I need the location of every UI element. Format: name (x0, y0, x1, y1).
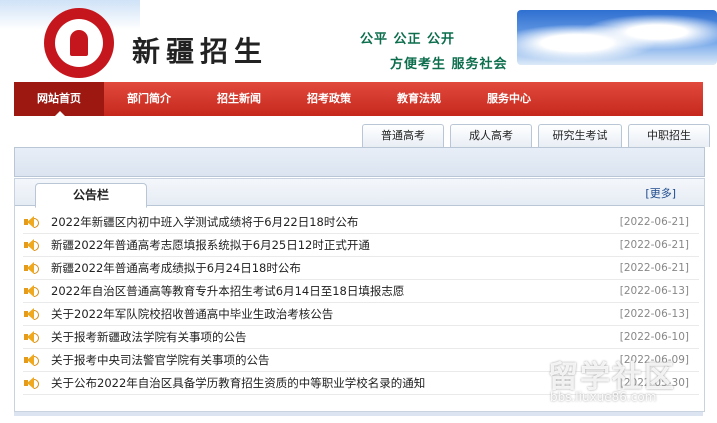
torch-icon (70, 30, 88, 56)
speaker-icon (23, 284, 39, 298)
speaker-icon (23, 238, 39, 252)
main-nav: 网站首页 部门简介 招生新闻 招考政策 教育法规 服务中心 (14, 82, 703, 116)
site-logo[interactable] (44, 8, 114, 78)
nav-item-home[interactable]: 网站首页 (14, 82, 104, 116)
notice-title[interactable]: 关于报考新疆政法学院有关事项的公告 (51, 329, 617, 345)
notice-title[interactable]: 新疆2022年普通高考志愿填报系统拟于6月25日12时正式开通 (51, 237, 617, 253)
list-item[interactable]: 关于2022年军队院校招收普通高中毕业生政治考核公告 [2022-06-13] (23, 303, 699, 326)
notice-title[interactable]: 新疆2022年普通高考成绩拟于6月24日18时公布 (51, 260, 617, 276)
notice-date: [2022-06-10] (619, 331, 689, 343)
list-item[interactable]: 新疆2022年普通高考志愿填报系统拟于6月25日12时正式开通 [2022-06… (23, 234, 699, 257)
nav-item-service[interactable]: 服务中心 (464, 82, 554, 116)
logo-inner-circle (55, 19, 103, 67)
speaker-icon (23, 353, 39, 367)
speaker-icon (23, 376, 39, 390)
notice-date: [2022-06-13] (619, 285, 689, 297)
nav-item-news[interactable]: 招生新闻 (194, 82, 284, 116)
tab-adult-gaokao[interactable]: 成人高考 (450, 124, 532, 147)
exam-category-tabs: 普通高考 成人高考 研究生考试 中职招生 (362, 124, 710, 147)
tab-vocational[interactable]: 中职招生 (628, 124, 710, 147)
notice-title[interactable]: 2022年自治区普通高等教育专升本招生考试6月14日至18日填报志愿 (51, 283, 617, 299)
slogan-line1: 公平 公正 公开 (360, 32, 456, 47)
sky-cloud-banner (517, 10, 717, 65)
watermark-url: bbs.liuxue86.com (550, 390, 657, 404)
notice-date: [2022-06-13] (619, 308, 689, 320)
watermark: 留学社区 bbs.liuxue86.com (548, 352, 708, 412)
slogan-line2: 方便考生 服务社会 (390, 57, 508, 72)
nav-item-policy[interactable]: 招考政策 (284, 82, 374, 116)
speaker-icon (23, 215, 39, 229)
nav-item-departments[interactable]: 部门简介 (104, 82, 194, 116)
notice-date: [2022-06-21] (619, 262, 689, 274)
notice-title[interactable]: 关于2022年军队院校招收普通高中毕业生政治考核公告 (51, 306, 617, 322)
bottom-divider (14, 412, 703, 416)
notice-date: [2022-06-21] (619, 239, 689, 251)
notice-tab[interactable]: 公告栏 (35, 183, 147, 208)
list-item[interactable]: 2022年自治区普通高等教育专升本招生考试6月14日至18日填报志愿 [2022… (23, 280, 699, 303)
more-link[interactable]: [更多] (645, 185, 676, 201)
speaker-icon (23, 330, 39, 344)
tab-general-gaokao[interactable]: 普通高考 (362, 124, 444, 147)
site-header: 新疆招生 公平 公正 公开 方便考生 服务社会 (0, 0, 717, 82)
tab-graduate-exam[interactable]: 研究生考试 (538, 124, 622, 147)
notice-panel-header: 公告栏 [更多] (15, 179, 704, 208)
tab-content-strip (14, 147, 705, 177)
notice-title[interactable]: 2022年新疆区内初中班入学测试成绩将于6月22日18时公布 (51, 214, 617, 230)
speaker-icon (23, 261, 39, 275)
list-item[interactable]: 新疆2022年普通高考成绩拟于6月24日18时公布 [2022-06-21] (23, 257, 699, 280)
speaker-icon (23, 307, 39, 321)
nav-item-regulations[interactable]: 教育法规 (374, 82, 464, 116)
list-item[interactable]: 关于报考新疆政法学院有关事项的公告 [2022-06-10] (23, 326, 699, 349)
notice-date: [2022-06-21] (619, 216, 689, 228)
notice-title[interactable]: 关于报考中央司法警官学院有关事项的公告 (51, 352, 617, 368)
site-title: 新疆招生 (132, 35, 269, 68)
notice-title[interactable]: 关于公布2022年自治区具备学历教育招生资质的中等职业学校名录的通知 (51, 375, 617, 391)
list-item[interactable]: 2022年新疆区内初中班入学测试成绩将于6月22日18时公布 [2022-06-… (23, 211, 699, 234)
